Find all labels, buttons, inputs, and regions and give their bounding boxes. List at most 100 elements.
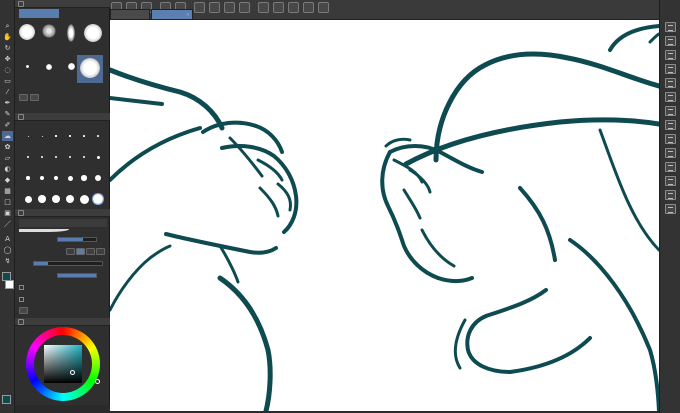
clear-icon[interactable] xyxy=(194,2,205,13)
brush-size-preset[interactable] xyxy=(79,194,89,204)
drawing-canvas[interactable] xyxy=(110,20,659,411)
brush-size-preset[interactable] xyxy=(92,193,104,205)
layer-property-icon[interactable] xyxy=(665,36,676,46)
vector-row[interactable] xyxy=(19,284,107,293)
brush-size-preset[interactable] xyxy=(55,135,57,137)
brush-size-preset[interactable] xyxy=(95,175,101,181)
brush-size-preset[interactable] xyxy=(52,195,60,203)
fill-icon[interactable]: ◆ xyxy=(2,175,13,185)
invert-selection-icon[interactable] xyxy=(273,2,284,13)
snap-grid-icon[interactable] xyxy=(318,2,329,13)
brush-size-preset[interactable] xyxy=(67,175,73,181)
correction-icon[interactable]: ↯ xyxy=(2,256,13,266)
move-icon[interactable]: ✥ xyxy=(2,54,13,64)
brush-size-preset[interactable] xyxy=(68,155,72,159)
snap-ruler-icon[interactable] xyxy=(303,2,314,13)
antialias-strong[interactable] xyxy=(96,248,105,255)
fill-icon[interactable] xyxy=(224,2,235,13)
clear-outside-icon[interactable] xyxy=(209,2,220,13)
text-icon[interactable]: A xyxy=(2,234,13,244)
stabilization-row[interactable] xyxy=(19,259,107,268)
item-bank-icon[interactable] xyxy=(665,120,676,130)
tab-document-2[interactable]: × xyxy=(151,9,193,20)
deselect-icon[interactable] xyxy=(258,2,269,13)
brush-tile[interactable] xyxy=(61,22,81,50)
brush-size-slider[interactable] xyxy=(57,237,97,242)
figure-icon[interactable]: □ xyxy=(2,197,13,207)
brush-size-preset[interactable] xyxy=(65,194,75,204)
brush-size-preset[interactable] xyxy=(27,156,29,158)
pen-icon[interactable]: ✒ xyxy=(2,98,13,108)
history-icon[interactable] xyxy=(665,64,676,74)
similar-color-icon[interactable] xyxy=(665,162,676,172)
antialias-weak[interactable] xyxy=(76,248,85,255)
eyedropper-icon[interactable]: ⁄ xyxy=(2,87,13,97)
blend-icon[interactable]: ◐ xyxy=(2,164,13,174)
brush-tile[interactable] xyxy=(39,22,59,50)
vector-checkbox[interactable] xyxy=(19,285,24,290)
brush-size-preset[interactable] xyxy=(40,155,44,159)
rotate-icon[interactable]: ↻ xyxy=(2,43,13,53)
brush-size-preset[interactable] xyxy=(82,155,86,159)
correction-row[interactable] xyxy=(19,296,107,305)
property-menu-button[interactable] xyxy=(19,307,28,314)
brush-tile-selected[interactable] xyxy=(77,55,103,83)
brush-size-preset[interactable] xyxy=(24,195,32,203)
gradient-icon[interactable]: ▦ xyxy=(2,186,13,196)
density-slider[interactable] xyxy=(57,273,97,278)
antialias-medium[interactable] xyxy=(86,248,95,255)
auto-action-icon[interactable] xyxy=(665,106,676,116)
brush-size-preset[interactable] xyxy=(54,155,58,159)
eraser-icon[interactable]: ▱ xyxy=(2,153,13,163)
brush-size-preset[interactable] xyxy=(38,195,46,203)
navigator-icon[interactable] xyxy=(665,50,676,60)
balloon-icon[interactable]: ◯ xyxy=(2,245,13,255)
material-icon[interactable] xyxy=(665,78,676,88)
brush-tile[interactable] xyxy=(83,22,103,50)
color-set-icon[interactable] xyxy=(665,134,676,144)
intermediate-color-icon[interactable] xyxy=(665,148,676,158)
hand-icon[interactable]: ✋ xyxy=(2,32,13,42)
lasso-icon[interactable]: ◌ xyxy=(2,65,13,75)
main-color-swatch-bottom[interactable] xyxy=(2,395,11,404)
pencil-icon[interactable]: ✎ xyxy=(2,109,13,119)
brush-size-preset[interactable] xyxy=(83,135,85,137)
frame-icon[interactable]: ▣ xyxy=(2,208,13,218)
add-subtool-button[interactable] xyxy=(19,94,28,101)
brush-size-preset[interactable] xyxy=(97,135,99,137)
show-selection-icon[interactable] xyxy=(288,2,299,13)
transform-icon[interactable] xyxy=(239,2,250,13)
brush-tile[interactable] xyxy=(17,55,37,83)
brush-size-preset[interactable] xyxy=(26,176,30,180)
brush-size-preset[interactable] xyxy=(41,135,43,137)
brush-size-preset[interactable] xyxy=(69,135,71,137)
hue-ring-cursor[interactable] xyxy=(95,379,100,384)
density-row[interactable] xyxy=(19,271,107,280)
stabilization-bar[interactable] xyxy=(33,261,103,266)
antialias-none[interactable] xyxy=(66,248,75,255)
tab-document-1[interactable] xyxy=(110,9,150,20)
sub-color-swatch[interactable] xyxy=(5,280,14,289)
selection-icon[interactable]: ▭ xyxy=(2,76,13,86)
ruler-icon[interactable]: ／ xyxy=(2,219,13,229)
delete-subtool-button[interactable] xyxy=(30,94,39,101)
brush-size-preset[interactable] xyxy=(53,175,59,181)
decoration-icon[interactable]: ✿ xyxy=(2,142,13,152)
saturation-value-square[interactable] xyxy=(44,345,82,383)
brush-size-preset[interactable] xyxy=(40,176,44,180)
color-history-icon[interactable] xyxy=(665,176,676,186)
color-picker-cursor[interactable] xyxy=(70,370,75,375)
subtool-group-selected[interactable] xyxy=(19,9,59,18)
search-icon[interactable] xyxy=(665,190,676,200)
brush-tile[interactable] xyxy=(17,22,37,50)
brush-tile[interactable] xyxy=(39,55,59,83)
brush-size-preset[interactable] xyxy=(96,155,100,159)
brush-size-preset[interactable] xyxy=(27,135,29,137)
brush-icon[interactable]: ✐ xyxy=(2,120,13,130)
sub-view-icon[interactable] xyxy=(665,92,676,102)
quick-access-icon[interactable] xyxy=(665,204,676,214)
brush-size-preset[interactable] xyxy=(81,175,87,181)
brush-size-row[interactable] xyxy=(19,235,107,244)
layer-icon[interactable] xyxy=(665,22,676,32)
magnifier-icon[interactable]: ⌕ xyxy=(2,21,13,31)
